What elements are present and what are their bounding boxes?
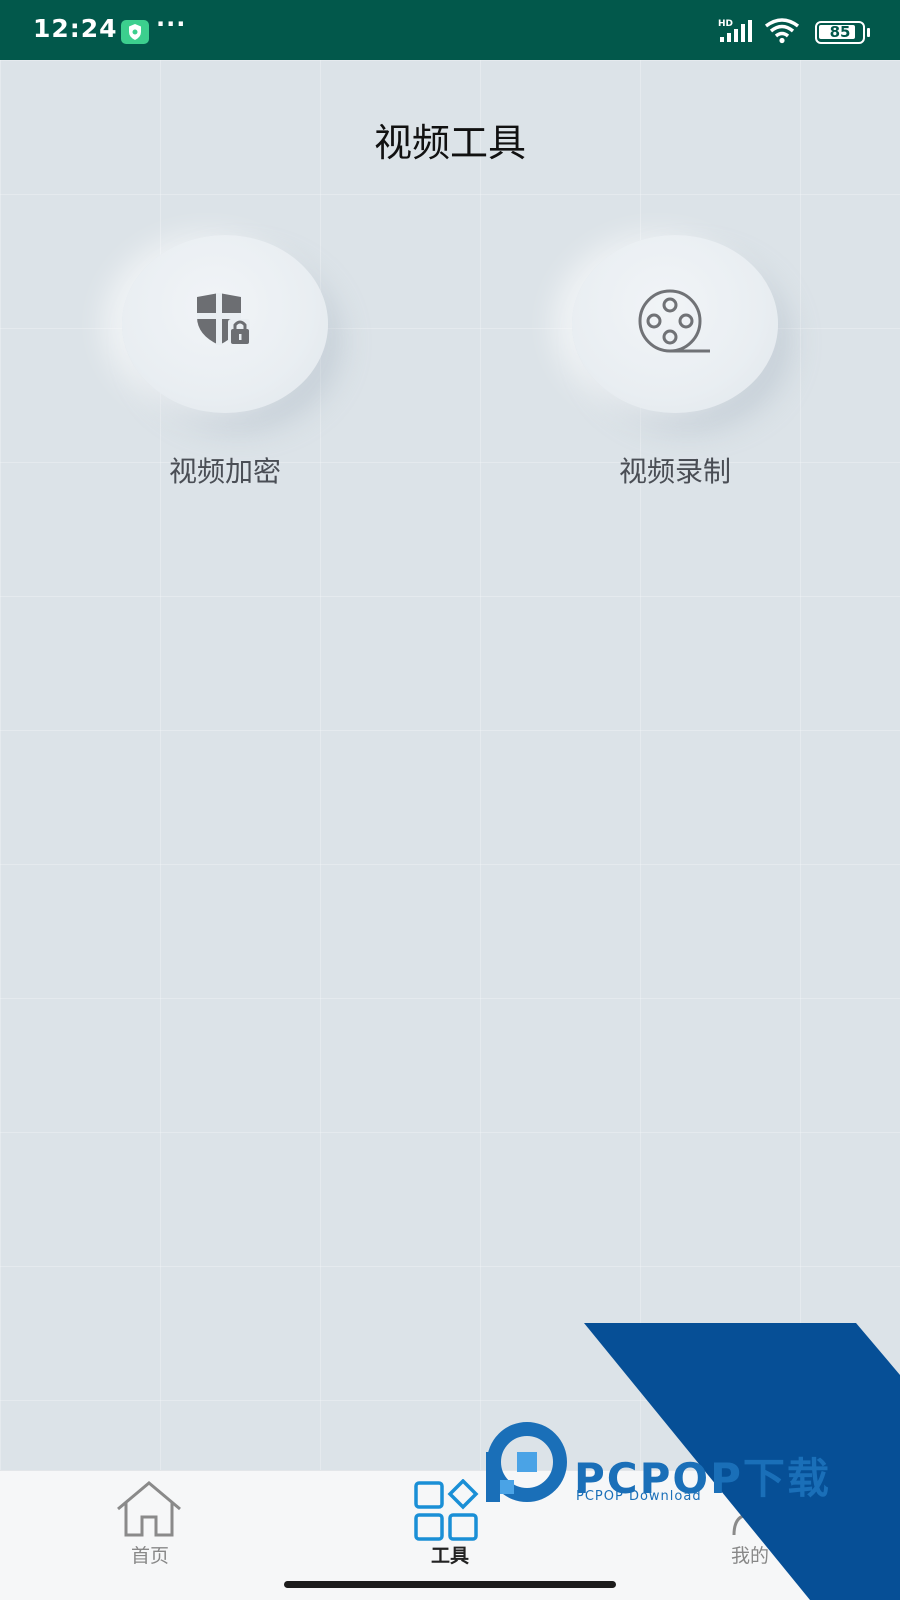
status-time: 12:24: [33, 14, 118, 43]
status-bar: 12:24 ··· HD 85: [0, 0, 900, 60]
nav-label-mine: 我的: [730, 1545, 769, 1567]
tool-video-encrypt[interactable]: 视频加密: [75, 235, 375, 515]
nav-item-home[interactable]: 首页: [70, 1471, 230, 1571]
tool-video-record-label: 视频录制: [618, 455, 731, 488]
home-icon: [117, 1481, 181, 1537]
tool-video-encrypt-button[interactable]: [122, 235, 328, 413]
signal-icon: HD: [718, 18, 756, 48]
wifi-icon: [764, 18, 800, 48]
tool-video-record-button[interactable]: [572, 235, 778, 413]
profile-icon: [732, 1485, 766, 1536]
nav-label-home: 首页: [130, 1545, 169, 1567]
nav-item-tools[interactable]: 工具: [370, 1471, 530, 1571]
battery-level: 85: [829, 23, 851, 41]
status-more-dots: ···: [156, 10, 187, 38]
network-label: HD: [718, 19, 733, 29]
tools-grid-icon: [414, 1479, 479, 1541]
security-app-icon: [121, 20, 149, 44]
film-reel-icon: [638, 289, 710, 353]
home-indicator[interactable]: [284, 1581, 616, 1588]
nav-label-tools: 工具: [430, 1545, 469, 1567]
tool-video-record[interactable]: 视频录制: [525, 235, 825, 515]
shield-lock-icon: [197, 293, 250, 345]
battery-tip: [867, 28, 870, 37]
battery-icon: 85: [815, 21, 865, 44]
nav-item-mine[interactable]: 我的: [670, 1471, 830, 1571]
tool-video-encrypt-label: 视频加密: [168, 455, 281, 488]
page-title: 视频工具: [373, 121, 526, 165]
